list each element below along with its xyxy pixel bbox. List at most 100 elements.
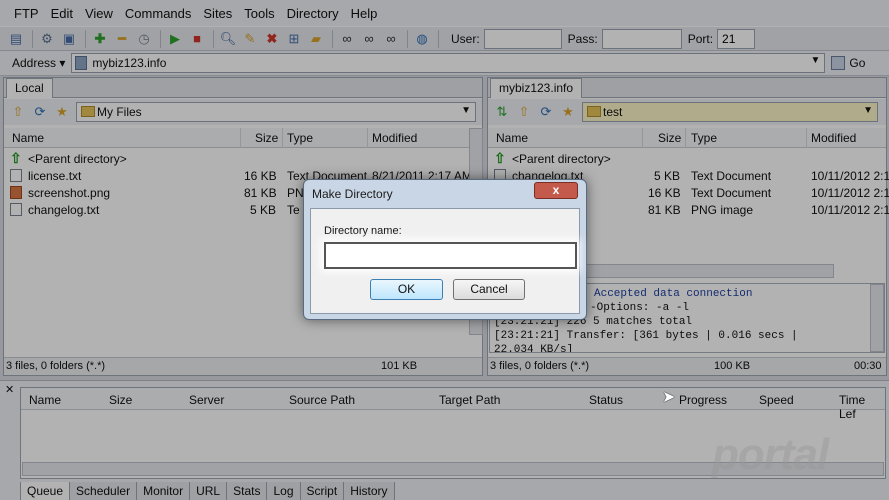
menu-sites[interactable]: Sites bbox=[197, 6, 238, 21]
column-status[interactable]: Status bbox=[589, 393, 623, 407]
delete-icon[interactable]: ✖ bbox=[264, 31, 280, 47]
search-icon[interactable]: 🔍︎ bbox=[220, 31, 237, 47]
stop-icon[interactable]: ■ bbox=[189, 31, 205, 47]
settings-icon[interactable]: ⚙ bbox=[39, 31, 55, 47]
column-size[interactable]: Size bbox=[658, 131, 681, 145]
pass-input[interactable] bbox=[601, 28, 682, 49]
queue-column-headers: Name Size Server Source Path Target Path… bbox=[21, 388, 885, 421]
menu-help[interactable]: Help bbox=[345, 6, 384, 21]
remove-icon[interactable]: ━ bbox=[114, 31, 130, 47]
log-line: 22.034 KB/s] bbox=[494, 344, 574, 353]
local-path-select[interactable]: My Files ▼ bbox=[76, 102, 476, 122]
folder-icon bbox=[81, 106, 95, 117]
tab-stats[interactable]: Stats bbox=[226, 482, 268, 500]
remote-status-text: 3 files, 0 folders (*.*) bbox=[490, 360, 590, 372]
toolbar-separator bbox=[85, 29, 86, 48]
column-name[interactable]: Name bbox=[496, 131, 528, 145]
column-source-path[interactable]: Source Path bbox=[289, 393, 355, 407]
local-status-bar: 3 files, 0 folders (*.*) 101 KB bbox=[4, 357, 482, 375]
vertical-scrollbar[interactable] bbox=[870, 284, 884, 352]
watermark-logo: portal bbox=[712, 430, 829, 479]
edit-icon[interactable]: ✎ bbox=[242, 31, 258, 47]
tab-url[interactable]: URL bbox=[189, 482, 228, 500]
favorites-icon[interactable]: ★ bbox=[54, 104, 70, 120]
column-separator bbox=[642, 128, 643, 148]
file-type: Text Document bbox=[691, 186, 772, 200]
favorites-icon[interactable]: ★ bbox=[560, 104, 576, 120]
binoculars-icon[interactable]: ∞ bbox=[383, 31, 399, 47]
play-icon[interactable]: ▶ bbox=[167, 31, 183, 47]
go-button[interactable]: Go bbox=[831, 56, 865, 70]
column-modified[interactable]: Modified bbox=[811, 131, 856, 145]
refresh-icon[interactable]: ⟳ bbox=[538, 104, 554, 120]
toolbar-separator bbox=[213, 29, 214, 48]
menu-tools[interactable]: Tools bbox=[238, 6, 280, 21]
site-manager-icon[interactable]: ▤ bbox=[8, 31, 24, 47]
list-item[interactable]: ⇧ <Parent directory> bbox=[4, 150, 482, 168]
tab-log[interactable]: Log bbox=[266, 482, 301, 500]
column-time-left[interactable]: Time Lef bbox=[839, 393, 885, 421]
close-icon[interactable]: ✕ bbox=[5, 383, 14, 396]
binoculars-icon[interactable]: ∞ bbox=[339, 31, 355, 47]
toolbar-separator bbox=[160, 29, 161, 48]
tab-local[interactable]: Local bbox=[6, 78, 53, 98]
up-folder-icon[interactable]: ⇧ bbox=[516, 104, 532, 120]
column-server[interactable]: Server bbox=[189, 393, 224, 407]
tab-remote[interactable]: mybiz123.info bbox=[490, 78, 583, 98]
column-progress[interactable]: Progress bbox=[679, 393, 727, 407]
column-size[interactable]: Size bbox=[109, 393, 132, 407]
column-size[interactable]: Size bbox=[255, 131, 278, 145]
sync-icon[interactable]: ⇅ bbox=[494, 104, 510, 120]
close-button[interactable]: x bbox=[534, 182, 578, 199]
file-name: changelog.txt bbox=[28, 203, 100, 217]
file-name: screenshot.png bbox=[28, 186, 111, 200]
file-modified: 10/11/2012 2:1 bbox=[811, 203, 889, 217]
add-icon[interactable]: ✚ bbox=[92, 31, 108, 47]
port-input[interactable] bbox=[717, 28, 756, 49]
refresh-icon[interactable]: ◷ bbox=[136, 31, 152, 47]
menu-ftp[interactable]: FTP bbox=[8, 6, 45, 21]
column-type[interactable]: Type bbox=[287, 131, 313, 145]
menu-commands[interactable]: Commands bbox=[119, 6, 197, 21]
layout-icon[interactable]: ▣ bbox=[61, 31, 77, 47]
column-name[interactable]: Name bbox=[29, 393, 61, 407]
column-separator bbox=[685, 128, 686, 148]
globe-icon[interactable]: ◍ bbox=[414, 31, 430, 47]
tab-script[interactable]: Script bbox=[299, 482, 345, 500]
column-type[interactable]: Type bbox=[691, 131, 717, 145]
up-folder-icon[interactable]: ⇧ bbox=[10, 104, 26, 120]
refresh-icon[interactable]: ⟳ bbox=[32, 104, 48, 120]
menu-directory[interactable]: Directory bbox=[281, 6, 345, 21]
cancel-button[interactable]: Cancel bbox=[453, 279, 525, 300]
rename-icon[interactable]: ⊞ bbox=[286, 31, 302, 47]
chevron-down-icon[interactable]: ▼ bbox=[461, 105, 471, 116]
file-type: PNG image bbox=[691, 203, 754, 217]
remote-path-select[interactable]: test ▼ bbox=[582, 102, 878, 122]
tab-scheduler[interactable]: Scheduler bbox=[69, 482, 138, 500]
file-type: Te bbox=[287, 203, 300, 217]
tab-history[interactable]: History bbox=[343, 482, 395, 500]
binoculars-icon[interactable]: ∞ bbox=[361, 31, 377, 47]
up-arrow-icon: ⇧ bbox=[10, 150, 22, 166]
new-folder-icon[interactable]: ▰ bbox=[308, 31, 324, 47]
tab-queue[interactable]: Queue bbox=[20, 482, 71, 500]
chevron-down-icon[interactable]: ▼ bbox=[863, 105, 873, 116]
local-path-row: ⇧ ⟳ ★ My Files ▼ bbox=[4, 99, 482, 125]
address-label[interactable]: Address ▾ bbox=[12, 56, 65, 70]
column-modified[interactable]: Modified bbox=[372, 131, 417, 145]
column-speed[interactable]: Speed bbox=[759, 393, 794, 407]
chevron-down-icon[interactable]: ▼ bbox=[810, 55, 820, 66]
text-file-icon bbox=[10, 169, 22, 182]
address-input[interactable]: mybiz123.info ▼ bbox=[71, 53, 826, 73]
list-item[interactable]: ⇧ <Parent directory> bbox=[488, 150, 886, 168]
menu-edit[interactable]: Edit bbox=[45, 6, 79, 21]
tab-monitor[interactable]: Monitor bbox=[136, 482, 191, 500]
column-target-path[interactable]: Target Path bbox=[439, 393, 500, 407]
menu-view[interactable]: View bbox=[79, 6, 119, 21]
file-size: 16 KB bbox=[244, 169, 277, 183]
user-label: User: bbox=[451, 31, 480, 46]
column-name[interactable]: Name bbox=[12, 131, 44, 145]
ok-button[interactable]: OK bbox=[370, 279, 443, 300]
directory-name-input[interactable] bbox=[324, 242, 577, 269]
user-input[interactable] bbox=[483, 28, 562, 49]
